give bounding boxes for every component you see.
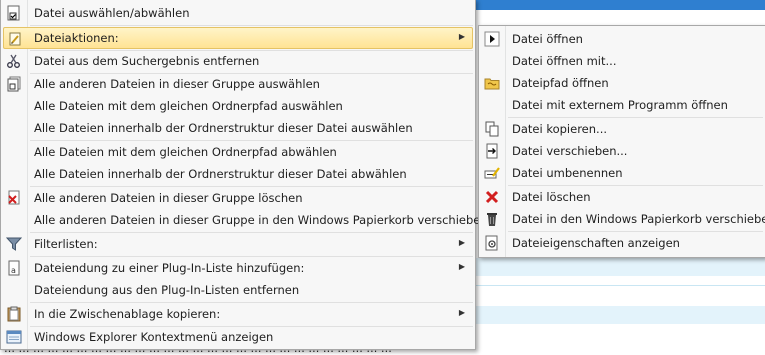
menu-item-label: Windows Explorer Kontextmenü anzeigen — [34, 330, 274, 344]
menu-item-deselect-folder-tree[interactable]: Alle Dateien innerhalb der Ordnerstruktu… — [3, 163, 473, 185]
menu-item-label: Filterlisten: — [34, 237, 98, 251]
checkbox-file-icon — [6, 5, 22, 21]
filter-icon — [5, 236, 23, 252]
menu-item-explorer-context-menu[interactable]: Windows Explorer Kontextmenü anzeigen — [3, 326, 473, 348]
menu-item-select-same-folder[interactable]: Alle Dateien mit dem gleichen Ordnerpfad… — [3, 95, 473, 117]
menu-item-label: Dateiendung aus den Plug-In-Listen entfe… — [34, 283, 300, 297]
folder-icon — [484, 75, 500, 91]
clipboard-icon — [6, 306, 22, 322]
menu-item-select-others-in-group[interactable]: Alle anderen Dateien in dieser Gruppe au… — [3, 73, 473, 95]
menu-item-label: Datei kopieren... — [512, 122, 607, 136]
menu-item-label: Alle Dateien innerhalb der Ordnerstruktu… — [34, 167, 407, 181]
menu-item-label: Datei öffnen — [512, 32, 583, 46]
background-title-bar — [440, 0, 765, 10]
menu-item-label: Dateieigenschaften anzeigen — [512, 236, 680, 250]
menu-item-select-folder-tree[interactable]: Alle Dateien innerhalb der Ordnerstruktu… — [3, 117, 473, 139]
recycle-bin-icon — [484, 211, 500, 227]
checkbox-files-icon — [6, 76, 22, 92]
explorer-window-icon — [6, 329, 22, 345]
menu-item-copy-to-clipboard[interactable]: In die Zwischenablage kopieren: ▶ — [3, 303, 473, 325]
menu-item-remove-extension-plugin[interactable]: Dateiendung aus den Plug-In-Listen entfe… — [3, 279, 473, 301]
menu-item-label: Dateipfad öffnen — [512, 76, 609, 90]
context-menu: Datei auswählen/abwählen Dateiaktionen: … — [0, 0, 488, 350]
submenu-item-open-external[interactable]: Datei mit externem Programm öffnen — [481, 94, 763, 116]
submenu-item-delete-file[interactable]: Datei löschen — [481, 186, 763, 208]
menu-item-select-toggle[interactable]: Datei auswählen/abwählen — [3, 2, 473, 24]
menu-item-remove-from-results[interactable]: Datei aus dem Suchergebnis entfernen — [3, 50, 473, 72]
menu-item-deselect-same-folder[interactable]: Alle Dateien mit dem gleichen Ordnerpfad… — [3, 141, 473, 163]
svg-text:a: a — [11, 266, 16, 275]
menu-item-file-actions[interactable]: Dateiaktionen: ▶ — [3, 27, 473, 49]
menu-item-label: Datei öffnen mit... — [512, 54, 617, 68]
menu-item-label: Alle anderen Dateien in dieser Gruppe au… — [34, 77, 320, 91]
plugin-file-icon: a — [6, 260, 22, 276]
menu-item-label: Datei verschieben... — [512, 144, 628, 158]
copy-icon — [484, 121, 500, 137]
open-arrow-icon — [484, 31, 500, 47]
menu-item-label: Alle Dateien mit dem gleichen Ordnerpfad… — [34, 145, 337, 159]
menu-separator — [30, 25, 473, 26]
menu-item-delete-others-in-group[interactable]: Alle anderen Dateien in dieser Gruppe lö… — [3, 187, 473, 209]
menu-item-label: Datei auswählen/abwählen — [34, 6, 190, 20]
submenu-item-copy-file[interactable]: Datei kopieren... — [481, 118, 763, 140]
submenu-item-move-file[interactable]: Datei verschieben... — [481, 140, 763, 162]
submenu-item-open-with[interactable]: Datei öffnen mit... — [481, 50, 763, 72]
submenu-item-recycle-file[interactable]: Datei in den Windows Papierkorb verschie… — [481, 208, 765, 230]
menu-item-label: Datei mit externem Programm öffnen — [512, 98, 728, 112]
submenu-item-open-file[interactable]: Datei öffnen — [481, 28, 763, 50]
menu-item-label: Dateiaktionen: — [34, 31, 119, 45]
menu-item-label: Alle Dateien mit dem gleichen Ordnerpfad… — [34, 99, 343, 113]
menu-item-label: Dateiendung zu einer Plug-In-Liste hinzu… — [34, 261, 305, 275]
scissors-icon — [6, 53, 22, 69]
properties-icon — [484, 235, 500, 251]
submenu-arrow-icon: ▶ — [458, 262, 465, 271]
submenu-arrow-icon: ▶ — [458, 238, 465, 247]
menu-item-label: Datei löschen — [512, 190, 591, 204]
submenu-item-open-path[interactable]: Dateipfad öffnen — [481, 72, 763, 94]
submenu-item-rename-file[interactable]: Datei umbenennen — [481, 162, 763, 184]
menu-item-add-extension-plugin[interactable]: a Dateiendung zu einer Plug-In-Liste hin… — [3, 257, 473, 279]
menu-item-label: Datei aus dem Suchergebnis entfernen — [34, 54, 260, 68]
submenu-arrow-icon: ▶ — [458, 32, 465, 41]
menu-item-label: Alle Dateien innerhalb der Ordnerstruktu… — [34, 121, 413, 135]
menu-item-label: Datei umbenennen — [512, 166, 623, 180]
menu-item-label: Alle anderen Dateien in dieser Gruppe lö… — [34, 191, 303, 205]
menu-item-label: Alle anderen Dateien in dieser Gruppe in… — [34, 213, 488, 227]
rename-icon — [484, 165, 500, 181]
pencil-file-icon — [7, 31, 23, 47]
menu-item-recycle-others-in-group[interactable]: Alle anderen Dateien in dieser Gruppe in… — [3, 209, 488, 231]
menu-item-label: Datei in den Windows Papierkorb verschie… — [512, 212, 765, 226]
delete-files-icon — [6, 190, 22, 206]
red-x-icon — [484, 189, 500, 205]
menu-item-label: In die Zwischenablage kopieren: — [34, 307, 221, 321]
submenu-arrow-icon: ▶ — [458, 308, 465, 317]
move-icon — [484, 143, 500, 159]
menu-item-filter-lists[interactable]: Filterlisten: ▶ — [3, 233, 473, 255]
submenu-item-file-properties[interactable]: Dateieigenschaften anzeigen — [481, 232, 763, 254]
file-actions-submenu: Datei öffnen Datei öffnen mit... Dateipf… — [478, 25, 765, 258]
